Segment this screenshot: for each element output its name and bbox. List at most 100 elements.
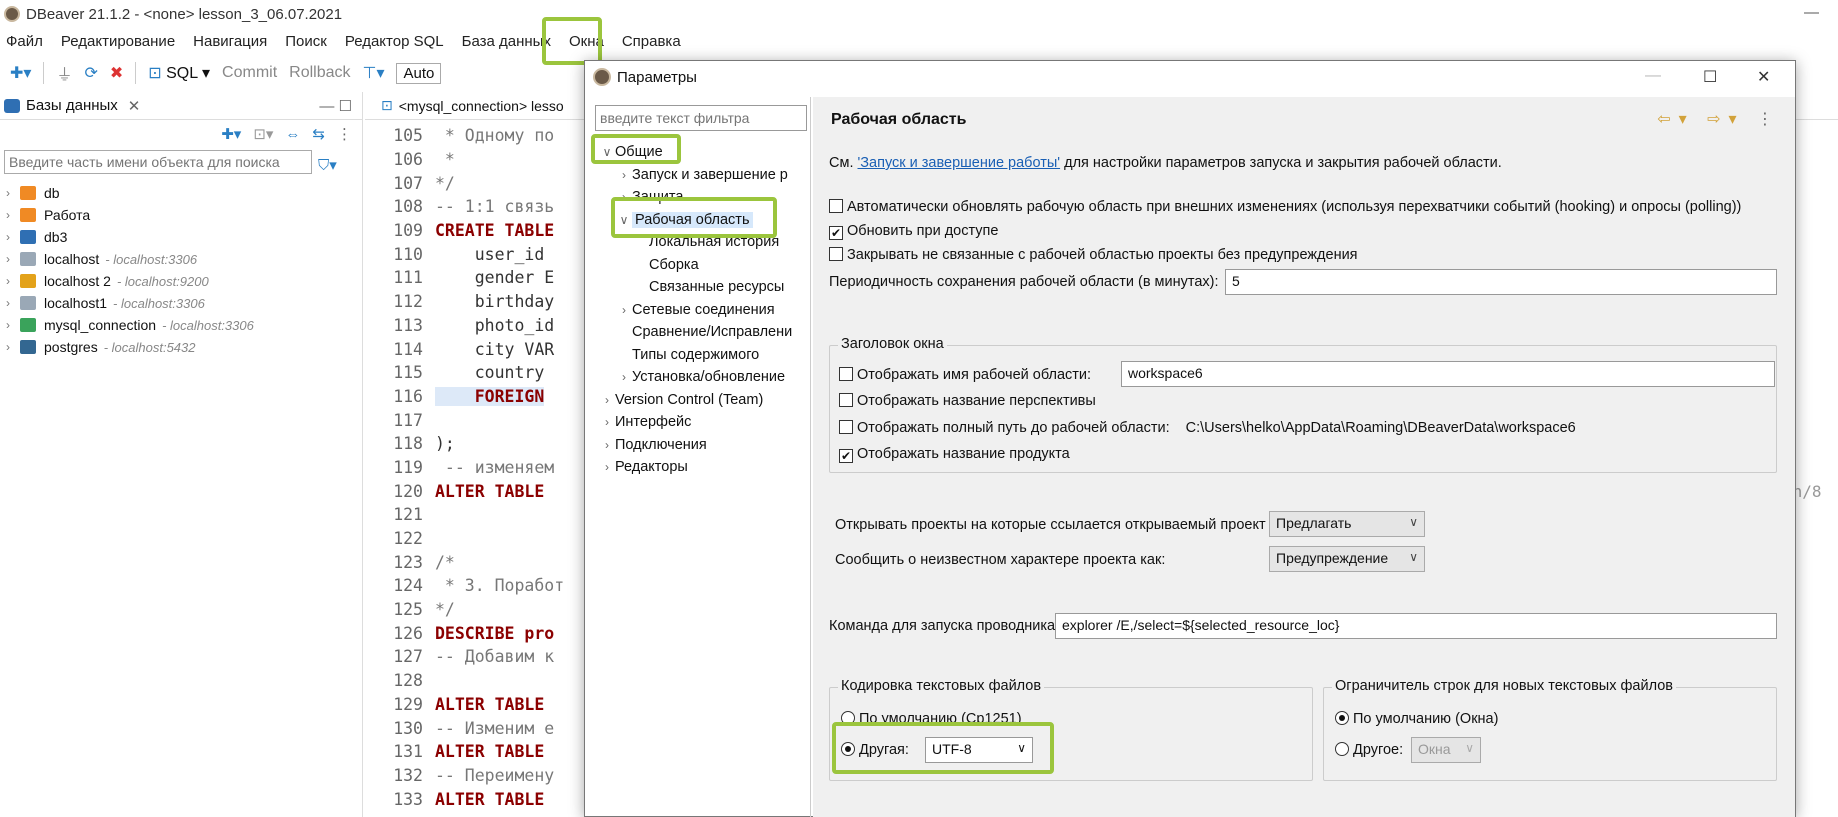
connection-item[interactable]: › postgres - localhost:5432 [0,336,362,358]
tree-toggle-icon[interactable]: › [599,393,615,407]
delim-default-radio[interactable]: По умолчанию (Окна) [1335,711,1498,727]
delim-select[interactable]: Окна ∨ [1411,737,1481,763]
unknown-nature-select[interactable]: Предупреждение ∨ [1269,546,1425,572]
menu-edit[interactable]: Редактирование [61,33,175,50]
explorer-command-input[interactable]: explorer /E,/select=${selected_resource_… [1055,613,1777,639]
minimize-view-icon[interactable]: — ☐ [319,97,352,115]
chevron-right-icon[interactable]: › [6,186,20,200]
auto-refresh-checkbox[interactable]: Автоматически обновлять рабочую область … [829,199,1741,215]
tree-toggle-icon[interactable]: › [616,303,632,317]
tree-toggle-icon[interactable]: › [616,370,632,384]
sql-editor-button[interactable]: ⊡ SQL ▾ [148,63,210,83]
new-folder-icon[interactable]: ⊡▾ [253,125,273,143]
menu-database[interactable]: База данных [462,33,551,50]
radio-selected[interactable] [1335,711,1349,725]
menu-sql-editor[interactable]: Редактор SQL [345,33,444,50]
chevron-right-icon[interactable]: › [6,340,20,354]
maximize-icon[interactable]: ☐ [1703,67,1717,87]
tree-item[interactable]: › Редакторы [585,456,810,479]
tree-toggle-icon[interactable]: ∨ [616,213,632,227]
checkbox-checked[interactable]: ✔ [829,226,843,240]
encoding-select[interactable]: UTF-8 ∨ [925,737,1033,763]
chevron-right-icon[interactable]: › [6,274,20,288]
tree-item[interactable]: › Version Control (Team) [585,389,810,412]
navigator-tab[interactable]: Базы данных ✕ — ☐ [0,92,362,120]
connection-item[interactable]: › db [0,182,362,204]
tree-item[interactable]: Типы содержимого [585,344,810,367]
tree-toggle-icon[interactable]: ∨ [599,145,615,159]
tree-item[interactable]: Сравнение/Исправлени [585,321,810,344]
auto-commit-selector[interactable]: Auto [396,62,442,84]
tree-toggle-icon[interactable]: › [599,460,615,474]
encoding-default-radio[interactable]: По умолчанию (Cp1251) [841,711,1022,727]
tree-toggle-icon[interactable]: › [616,168,632,182]
radio-unselected[interactable] [841,711,855,725]
history-nav-icons[interactable]: ⇦▾ ⇨▾ ⋮ [1657,109,1781,129]
tree-item[interactable]: ∨ Рабочая область [585,209,810,232]
tree-item[interactable]: › Подключения [585,434,810,457]
tree-filter-input[interactable] [595,105,807,131]
reconnect-icon[interactable]: ⟳ [84,63,97,83]
code-area[interactable]: 105 * Одному по 106 * 107 */108 -- 1:1 связь… [365,124,564,811]
show-product-checkbox[interactable]: ✔ Отображать название продукта [839,446,1070,463]
menu-search[interactable]: Поиск [285,33,327,50]
close-icon[interactable]: ✕ [1757,67,1770,87]
tree-toggle-icon[interactable]: › [599,415,615,429]
tree-item[interactable]: › Запуск и завершение р [585,164,810,187]
connection-item[interactable]: › localhost - localhost:3306 [0,248,362,270]
close-icon[interactable]: ✕ [128,97,141,115]
open-ref-select[interactable]: Предлагать ∨ [1269,511,1425,537]
disconnect-icon[interactable]: ✖ [110,63,123,83]
tree-toggle-icon[interactable]: › [616,190,632,204]
tree-item[interactable]: › Сетевые соединения [585,299,810,322]
connection-item[interactable]: › db3 [0,226,362,248]
checkbox-unchecked[interactable] [829,199,843,213]
menu-help[interactable]: Справка [622,33,681,50]
tree-item[interactable]: › Установка/обновление [585,366,810,389]
startup-shutdown-link[interactable]: 'Запуск и завершение работы' [858,155,1061,171]
connection-item[interactable]: › mysql_connection - localhost:3306 [0,314,362,336]
tree-item[interactable]: Связанные ресурсы [585,276,810,299]
checkbox-unchecked[interactable] [829,247,843,261]
link-editor-icon[interactable]: ⇆ [312,125,325,143]
chevron-right-icon[interactable]: › [6,318,20,332]
connect-icon[interactable]: ⏚ [56,61,72,85]
save-interval-input[interactable]: 5 [1225,269,1777,295]
tree-item[interactable]: › Защита [585,186,810,209]
rollback-button[interactable]: Rollback [289,64,350,82]
connection-item[interactable]: › Работа [0,204,362,226]
menu-navigate[interactable]: Навигация [193,33,267,50]
new-connection-icon[interactable]: ✚▾ [10,63,31,83]
chevron-right-icon[interactable]: › [6,230,20,244]
close-unrelated-checkbox[interactable]: Закрывать не связанные с рабочей область… [829,247,1358,263]
encoding-other-radio[interactable]: Другая: [841,742,909,758]
connection-item[interactable]: › localhost1 - localhost:3306 [0,292,362,314]
tree-item[interactable]: › Интерфейс [585,411,810,434]
delim-other-radio[interactable]: Другое: [1335,742,1403,758]
connection-item[interactable]: › localhost 2 - localhost:9200 [0,270,362,292]
filter-icon[interactable]: ⛉▾ [318,156,337,174]
chevron-right-icon[interactable]: › [6,296,20,310]
tree-item[interactable]: Сборка [585,254,810,277]
radio-unselected[interactable] [1335,742,1349,756]
chevron-right-icon[interactable]: › [6,208,20,222]
transaction-mode-icon[interactable]: ⊤▾ [363,63,385,83]
minimize-icon[interactable]: — [1804,4,1819,21]
minimize-icon[interactable]: — [1645,67,1661,85]
menu-windows[interactable]: Окна [569,33,604,50]
collapse-all-icon[interactable]: ⇔ [285,126,300,143]
radio-selected[interactable] [841,742,855,756]
object-search-input[interactable] [4,150,312,174]
workspace-name-input[interactable]: workspace6 [1121,361,1775,387]
view-menu-icon[interactable]: ⋮ [337,125,352,143]
menu-file[interactable]: Файл [6,33,43,50]
tree-item[interactable]: ∨ Общие [585,141,810,164]
new-connection-icon[interactable]: ✚▾ [221,125,241,143]
checkbox-checked[interactable]: ✔ [839,449,853,463]
show-perspective-checkbox[interactable]: Отображать название перспективы [839,393,1096,409]
refresh-on-access-checkbox[interactable]: ✔ Обновить при доступе [829,223,998,240]
chevron-right-icon[interactable]: › [6,252,20,266]
commit-button[interactable]: Commit [222,64,277,82]
show-full-path-checkbox[interactable]: Отображать полный путь до рабочей област… [839,420,1576,436]
tree-item[interactable]: Локальная история [585,231,810,254]
